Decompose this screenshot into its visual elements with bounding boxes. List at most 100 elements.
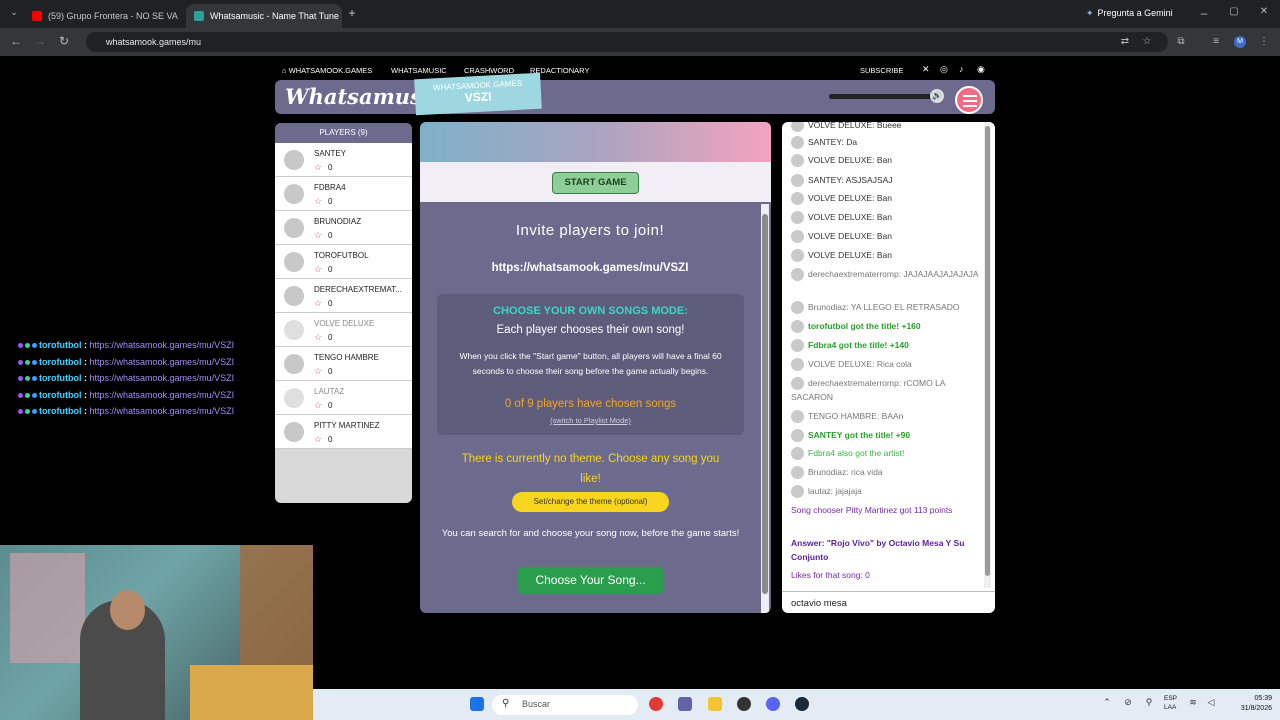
avatar (791, 339, 804, 353)
avatar (284, 422, 304, 442)
avatar (791, 211, 804, 225)
stream-chat-line: torofutbol : https://whatsamook.games/mu… (18, 373, 234, 383)
wifi-icon[interactable]: ≋ (1186, 697, 1200, 711)
nav-home-link[interactable]: ⌂ WHATSAMOOK.GAMES (282, 66, 372, 75)
search-text: You can search for and choose your song … (441, 528, 740, 539)
room-code-badge: WHATSAMOOK.GAMES VSZI (414, 72, 542, 116)
back-icon[interactable]: ← (8, 34, 24, 48)
reload-icon[interactable]: ↻ (56, 34, 72, 48)
media-icon[interactable]: ≡ (1210, 36, 1222, 48)
forward-icon[interactable]: → (32, 34, 48, 48)
star-icon: ☆ (314, 400, 323, 410)
avatar (284, 388, 304, 408)
instagram-icon[interactable]: ◎ (940, 64, 948, 75)
player-row: TOROFUTBOL ☆ 0 (275, 245, 412, 279)
steam-icon[interactable] (795, 697, 809, 711)
invite-url[interactable]: https://whatsamook.games/mu/VSZI (420, 262, 760, 274)
game-banner (420, 122, 771, 162)
hamburger-menu-button[interactable] (955, 86, 983, 114)
extensions-icon[interactable]: ⧉ (1175, 36, 1187, 48)
avatar (791, 174, 804, 188)
player-row: VOLVE DELUXE ☆ 0 (275, 313, 412, 347)
address-bar[interactable]: whatsamook.games/mu (86, 32, 1168, 52)
chat-message: Song chooser Pitty Martinez got 113 poin… (791, 505, 953, 515)
maximize-icon[interactable]: ▢ (1226, 6, 1242, 17)
volume-tray-icon[interactable]: ◁ (1204, 697, 1218, 711)
search-placeholder: Buscar (522, 699, 551, 709)
avatar (791, 268, 804, 282)
chrome-icon[interactable] (649, 697, 663, 711)
avatar (284, 218, 304, 238)
stream-chat-line: torofutbol : https://whatsamook.games/mu… (18, 406, 234, 416)
chat-message: derechaextrematerromp: rCOMO LA SACARON (791, 377, 945, 403)
avatar (791, 377, 804, 391)
windows-taskbar: ⚲ Buscar ⌃ ⊘ ⚲ ESP LAA ≋ ◁ 05:39 31/8/2026 (313, 689, 1280, 720)
volume-slider[interactable] (829, 94, 937, 99)
players-panel: PLAYERS (9) SANTEY ☆ 0 FDBRA4 ☆ 0 BRUNODIAZ ☆… (275, 123, 412, 503)
teams-icon[interactable] (678, 697, 692, 711)
nav-subscribe-link[interactable]: SUBSCRIBE (860, 66, 903, 75)
close-window-icon[interactable]: ✕ (1256, 6, 1272, 17)
star-icon: ☆ (314, 230, 323, 240)
file-explorer-icon[interactable] (708, 697, 722, 711)
gemini-label: Pregunta a Gemini (1097, 8, 1173, 18)
chat-message: VOLVE DELUXE: Ban (791, 210, 981, 225)
star-icon: ☆ (314, 162, 323, 172)
tiktok-icon[interactable]: ♪ (959, 64, 964, 74)
player-row: LAUTAZ ☆ 0 (275, 381, 412, 415)
start-game-button[interactable]: START GAME (552, 172, 639, 194)
discord-app-icon[interactable] (766, 697, 780, 711)
chat-input[interactable]: octavio mesa (782, 591, 995, 613)
tab-whatsamusic[interactable]: Whatsamusic - Name That Tune ✕ (186, 4, 342, 28)
chat-message: VOLVE DELUXE: Ban (791, 191, 981, 206)
network-icon[interactable]: ⊘ (1121, 697, 1135, 711)
mode-box: CHOOSE YOUR OWN SONGS MODE: Each player … (437, 294, 744, 435)
tab-list-icon[interactable]: ⌄ (6, 7, 22, 18)
tab-youtube[interactable]: (59) Grupo Frontera - NO SE VA ✕ (24, 4, 182, 28)
chat-scrollbar[interactable] (984, 122, 991, 588)
avatar (791, 154, 804, 168)
avatar (791, 410, 804, 424)
url-text: whatsamook.games/mu (106, 37, 202, 47)
site-header: Whatsamusic WHATSAMOOK.GAMES VSZI 🔊 (275, 72, 995, 116)
avatar (791, 466, 804, 480)
youtube-icon (32, 11, 42, 21)
avatar (791, 429, 804, 443)
tray-chevron-icon[interactable]: ⌃ (1100, 697, 1114, 711)
player-row: PITTY MARTINEZ ☆ 0 (275, 415, 412, 449)
star-icon: ☆ (314, 196, 323, 206)
minimize-icon[interactable]: – (1196, 6, 1212, 20)
obs-icon[interactable] (737, 697, 751, 711)
chat-message: VOLVE DELUXE: Ban (791, 153, 981, 168)
switch-playlist-link[interactable]: (switch to Playlist Mode) (437, 416, 744, 425)
location-icon[interactable]: ⚲ (1142, 697, 1156, 711)
player-row: TENGO HAMBRE ☆ 0 (275, 347, 412, 381)
chosen-count: 0 of 9 players have chosen songs (504, 398, 677, 410)
set-theme-button[interactable]: Set/change the theme (optional) (512, 492, 669, 512)
gemini-button[interactable]: ✦ Pregunta a Gemini (1078, 5, 1181, 21)
chat-message: VOLVE DELUXE: Ban (791, 229, 981, 244)
chat-message: lautaz: jajajaja (791, 484, 981, 499)
bookmark-star-icon[interactable]: ☆ (1141, 36, 1153, 48)
profile-avatar[interactable]: M (1234, 36, 1246, 48)
chat-message: VOLVE DELUXE: Bueee (791, 122, 981, 133)
more-icon[interactable]: ⋮ (1258, 36, 1270, 48)
language-indicator[interactable]: ESP LAA (1164, 694, 1177, 712)
discord-icon[interactable]: ◉ (977, 64, 985, 75)
translate-icon[interactable]: ⇄ (1119, 36, 1131, 48)
taskbar-clock[interactable]: 05:39 31/8/2026 (1224, 694, 1272, 714)
chat-message: Brunodiaz: YA LLEGO EL RETRASADO (791, 300, 981, 315)
twitter-icon[interactable]: ✕ (922, 64, 930, 75)
chat-message: SANTEY: Da (791, 135, 981, 150)
new-tab-button[interactable]: + (344, 6, 360, 20)
chat-message: torofutbol got the title! +160 (791, 319, 981, 334)
main-scrollbar[interactable] (761, 204, 769, 613)
volume-icon[interactable]: 🔊 (930, 89, 944, 103)
windows-start-icon[interactable] (470, 697, 484, 711)
chat-message: Brunodiaz: rica vida (791, 465, 981, 480)
chat-message: Answer: "Rojo Vivo" by Octavio Mesa Y Su… (791, 538, 965, 562)
webcam-feed (0, 545, 313, 720)
nav-whatsamusic-link[interactable]: WHATSAMUSIC (391, 66, 447, 75)
taskbar-search[interactable]: ⚲ Buscar (492, 695, 638, 715)
choose-song-button[interactable]: Choose Your Song... (518, 567, 663, 594)
